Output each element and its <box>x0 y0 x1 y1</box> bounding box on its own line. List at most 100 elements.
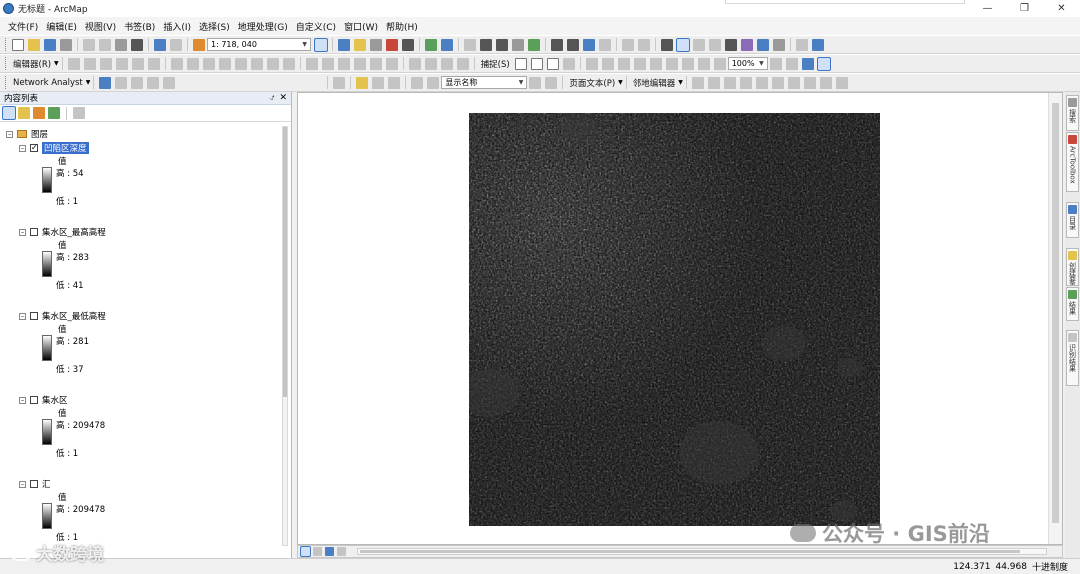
maximize-button[interactable]: ❐ <box>1006 0 1043 17</box>
toolbar-grip[interactable] <box>5 76 8 89</box>
undo-icon[interactable] <box>154 38 166 51</box>
layout-fixed-zoom-out-icon[interactable] <box>681 57 694 70</box>
layer-visibility-checkbox[interactable] <box>30 480 38 488</box>
label-manager-icon[interactable] <box>333 76 346 89</box>
list-by-visibility-icon[interactable] <box>33 107 45 119</box>
vertex-snapping-icon[interactable] <box>546 57 559 70</box>
data-driven-pages-icon[interactable] <box>816 56 831 71</box>
change-layout-icon[interactable] <box>801 57 814 70</box>
last-page-icon[interactable] <box>545 76 558 89</box>
page-name-combo[interactable]: 显示名称 ▼ <box>441 76 528 89</box>
edit-tool-icon[interactable] <box>67 57 80 70</box>
delete-icon[interactable] <box>131 38 143 51</box>
layer-name[interactable]: 集水区_最高高程 <box>42 226 106 238</box>
dock-tab-catalog[interactable]: 目录 <box>1066 202 1079 238</box>
minimize-button[interactable]: — <box>969 0 1006 17</box>
open-folder-icon[interactable] <box>28 38 40 51</box>
map-vertical-scrollbar-thumb[interactable] <box>1052 103 1059 523</box>
validate-topology-icon[interactable] <box>369 57 382 70</box>
select-features-icon[interactable] <box>622 38 634 51</box>
paste-icon[interactable] <box>115 38 127 51</box>
forward-extent-icon[interactable] <box>599 38 611 51</box>
solve-icon[interactable] <box>147 76 160 89</box>
topology-icon[interactable] <box>305 57 318 70</box>
layers-root[interactable]: – 图层 <box>6 128 48 140</box>
data-view-icon[interactable] <box>300 546 311 557</box>
fixed-zoom-in-icon[interactable] <box>551 38 563 51</box>
end-point-arc-icon[interactable] <box>115 57 128 70</box>
collapse-icon[interactable]: – <box>19 228 26 236</box>
adjacent-tool-3-icon[interactable] <box>723 76 736 89</box>
layout-zoom-in-icon[interactable] <box>585 57 598 70</box>
previous-page-icon[interactable] <box>427 76 440 89</box>
create-features-icon[interactable] <box>282 57 295 70</box>
map-vertical-scrollbar[interactable] <box>1048 93 1062 544</box>
error-inspector-icon[interactable] <box>385 57 398 70</box>
layout-zoom-out-icon[interactable] <box>601 57 614 70</box>
network-analyst-menu[interactable]: Network Analyst <box>10 78 86 88</box>
menu-geoprocessing[interactable]: 地理处理(G) <box>234 20 292 33</box>
focus-data-frame-icon[interactable] <box>785 57 798 70</box>
html-popup-icon[interactable] <box>709 38 721 51</box>
adjacent-tool-10-icon[interactable] <box>835 76 848 89</box>
adjacent-tool-4-icon[interactable] <box>739 76 752 89</box>
pan-bar-icon[interactable] <box>464 38 476 51</box>
create-network-location-icon[interactable] <box>115 76 128 89</box>
toc-scrollbar-thumb[interactable] <box>283 127 287 397</box>
end-snapping-icon[interactable] <box>530 57 543 70</box>
collapse-icon[interactable]: – <box>6 130 13 138</box>
adjacent-tool-2-icon[interactable] <box>707 76 720 89</box>
map-horizontal-scrollbar-thumb[interactable] <box>360 550 1020 553</box>
topology-edit-icon[interactable] <box>337 57 350 70</box>
depression-depth-raster[interactable] <box>459 113 880 526</box>
collapse-icon[interactable]: – <box>19 144 26 152</box>
adjacent-tool-5-icon[interactable] <box>755 76 768 89</box>
adjacent-tool-7-icon[interactable] <box>787 76 800 89</box>
clear-selection-icon[interactable] <box>638 38 650 51</box>
dock-tab-arctoolbox[interactable]: ArcToolbox <box>1066 132 1079 192</box>
adjacent-tool-1-icon[interactable] <box>691 76 704 89</box>
sketch-properties-icon[interactable] <box>266 57 279 70</box>
layer-name[interactable]: 集水区_最低高程 <box>42 310 106 322</box>
menu-customize[interactable]: 自定义(C) <box>292 20 340 33</box>
toc-options-icon[interactable] <box>73 107 85 119</box>
add-data-icon[interactable] <box>193 38 205 51</box>
data-driven-pages-setup-icon[interactable] <box>356 76 369 89</box>
python-window-icon[interactable] <box>402 38 414 51</box>
layer-visibility-checkbox[interactable] <box>30 396 38 404</box>
select-elements-icon[interactable] <box>661 38 673 51</box>
redo-icon[interactable] <box>170 38 182 51</box>
menu-file[interactable]: 文件(F) <box>4 20 42 33</box>
layer-row[interactable]: – ✓ 凹陷区深度 <box>19 142 89 154</box>
go-to-xy-icon[interactable] <box>773 38 785 51</box>
layout-fixed-zoom-in-icon[interactable] <box>665 57 678 70</box>
layer-row[interactable]: – 集水区_最高高程 <box>19 226 106 238</box>
dock-tab-identify[interactable]: 识别结果 <box>1066 330 1079 386</box>
map-scale-combo[interactable]: 1: 718, 040 ▼ <box>207 38 311 51</box>
time-slider-icon[interactable] <box>796 38 808 51</box>
refresh-view-icon[interactable] <box>325 547 334 556</box>
model-builder-icon[interactable] <box>425 38 437 51</box>
menu-selection[interactable]: 选择(S) <box>195 20 234 33</box>
reshape-icon[interactable] <box>186 57 199 70</box>
dock-tab-search[interactable]: 搜索 <box>1066 95 1079 131</box>
point-icon[interactable] <box>147 57 160 70</box>
straight-segment-icon[interactable] <box>99 57 112 70</box>
point-snapping-icon[interactable] <box>514 57 527 70</box>
list-by-drawing-order-icon[interactable] <box>2 106 16 120</box>
cut-polygons-icon[interactable] <box>202 57 215 70</box>
layout-zoom-combo[interactable]: 100% ▼ <box>727 57 768 70</box>
list-by-selection-icon[interactable] <box>48 107 60 119</box>
attributes-icon[interactable] <box>250 57 263 70</box>
layer-row[interactable]: – 集水区 <box>19 394 68 406</box>
export-pages-icon[interactable] <box>388 76 401 89</box>
layout-zoom-100-icon[interactable] <box>649 57 662 70</box>
select-move-location-icon[interactable] <box>131 76 144 89</box>
layout-back-icon[interactable] <box>697 57 710 70</box>
layer-row[interactable]: – 集水区_最低高程 <box>19 310 106 322</box>
toc-scrollbar[interactable] <box>282 126 288 546</box>
adjacent-tool-8-icon[interactable] <box>803 76 816 89</box>
save-icon[interactable] <box>44 38 56 51</box>
cut-icon[interactable] <box>83 38 95 51</box>
layer-visibility-checkbox[interactable] <box>30 312 38 320</box>
